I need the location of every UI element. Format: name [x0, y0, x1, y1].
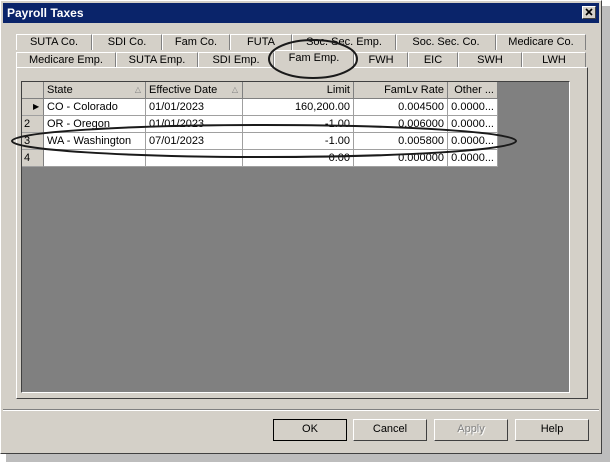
title-bar: Payroll Taxes	[3, 3, 599, 23]
column-header-label: State	[47, 84, 73, 96]
sort-triangle-icon: △	[231, 85, 238, 94]
tab-suta-co[interactable]: SUTA Co.	[16, 34, 92, 50]
cell-limit[interactable]: -1.00	[243, 116, 354, 133]
tab-medicare-emp[interactable]: Medicare Emp.	[16, 52, 116, 68]
cell-limit[interactable]: 160,200.00	[243, 99, 354, 116]
tab-futa[interactable]: FUTA	[230, 34, 292, 50]
cell-state[interactable]: OR - Oregon	[44, 116, 146, 133]
tab-sdi-co[interactable]: SDI Co.	[92, 34, 162, 50]
tab-fwh[interactable]: FWH	[354, 52, 408, 68]
column-header-other[interactable]: Other ...	[448, 82, 498, 99]
cell-limit[interactable]: 0.00	[243, 150, 354, 167]
cell-other[interactable]: 0.0000...	[448, 133, 498, 150]
cell-famlv-rate[interactable]: 0.005800	[354, 133, 448, 150]
cell-famlv-rate[interactable]: 0.004500	[354, 99, 448, 116]
sort-triangle-icon: △	[134, 85, 141, 94]
grid-corner	[22, 82, 44, 99]
row-header[interactable]: 4	[22, 150, 44, 167]
column-header-state[interactable]: State △	[44, 82, 146, 99]
tab-fam-emp[interactable]: Fam Emp.	[274, 50, 354, 68]
cell-effective-date[interactable]: 01/01/2023	[146, 99, 243, 116]
cancel-button[interactable]: Cancel	[353, 419, 427, 441]
help-button[interactable]: Help	[515, 419, 589, 441]
cell-effective-date[interactable]	[146, 150, 243, 167]
close-icon	[585, 8, 593, 16]
row-header[interactable]: ▶	[22, 99, 44, 116]
window-title: Payroll Taxes	[7, 6, 84, 20]
tab-sdi-emp[interactable]: SDI Emp.	[198, 52, 274, 68]
cell-limit[interactable]: -1.00	[243, 133, 354, 150]
cell-other[interactable]: 0.0000...	[448, 116, 498, 133]
button-separator	[3, 409, 599, 411]
cell-other[interactable]: 0.0000...	[448, 99, 498, 116]
column-header-effective-date[interactable]: Effective Date △	[146, 82, 243, 99]
tab-lwh[interactable]: LWH	[522, 52, 586, 68]
row-header[interactable]: 3	[22, 133, 44, 150]
row-header[interactable]: 2	[22, 116, 44, 133]
rates-grid: State △ Effective Date △ Limit FamLv Rat…	[21, 81, 570, 393]
cell-other[interactable]: 0.0000...	[448, 150, 498, 167]
close-button[interactable]	[582, 6, 596, 19]
cell-state[interactable]: CO - Colorado	[44, 99, 146, 116]
cell-effective-date[interactable]: 01/01/2023	[146, 116, 243, 133]
tab-swh[interactable]: SWH	[458, 52, 522, 68]
cell-effective-date[interactable]: 07/01/2023	[146, 133, 243, 150]
column-header-label: Effective Date	[149, 84, 218, 96]
cell-state[interactable]: WA - Washington	[44, 133, 146, 150]
tab-suta-emp[interactable]: SUTA Emp.	[116, 52, 198, 68]
cell-famlv-rate[interactable]: 0.000000	[354, 150, 448, 167]
tab-soc-sec-emp[interactable]: Soc. Sec. Emp.	[292, 34, 396, 50]
tab-medicare-co[interactable]: Medicare Co.	[496, 34, 586, 50]
tab-fam-co[interactable]: Fam Co.	[162, 34, 230, 50]
cell-state[interactable]	[44, 150, 146, 167]
tab-soc-sec-co[interactable]: Soc. Sec. Co.	[396, 34, 496, 50]
tab-eic[interactable]: EIC	[408, 52, 458, 68]
column-header-limit[interactable]: Limit	[243, 82, 354, 99]
cell-famlv-rate[interactable]: 0.006000	[354, 116, 448, 133]
payroll-taxes-dialog: Payroll Taxes SUTA Co. SDI Co. Fam Co. F…	[0, 0, 602, 454]
ok-button[interactable]: OK	[273, 419, 347, 441]
apply-button[interactable]: Apply	[434, 419, 508, 441]
current-row-pointer-icon: ▶	[33, 102, 40, 111]
column-header-famlv-rate[interactable]: FamLv Rate	[354, 82, 448, 99]
